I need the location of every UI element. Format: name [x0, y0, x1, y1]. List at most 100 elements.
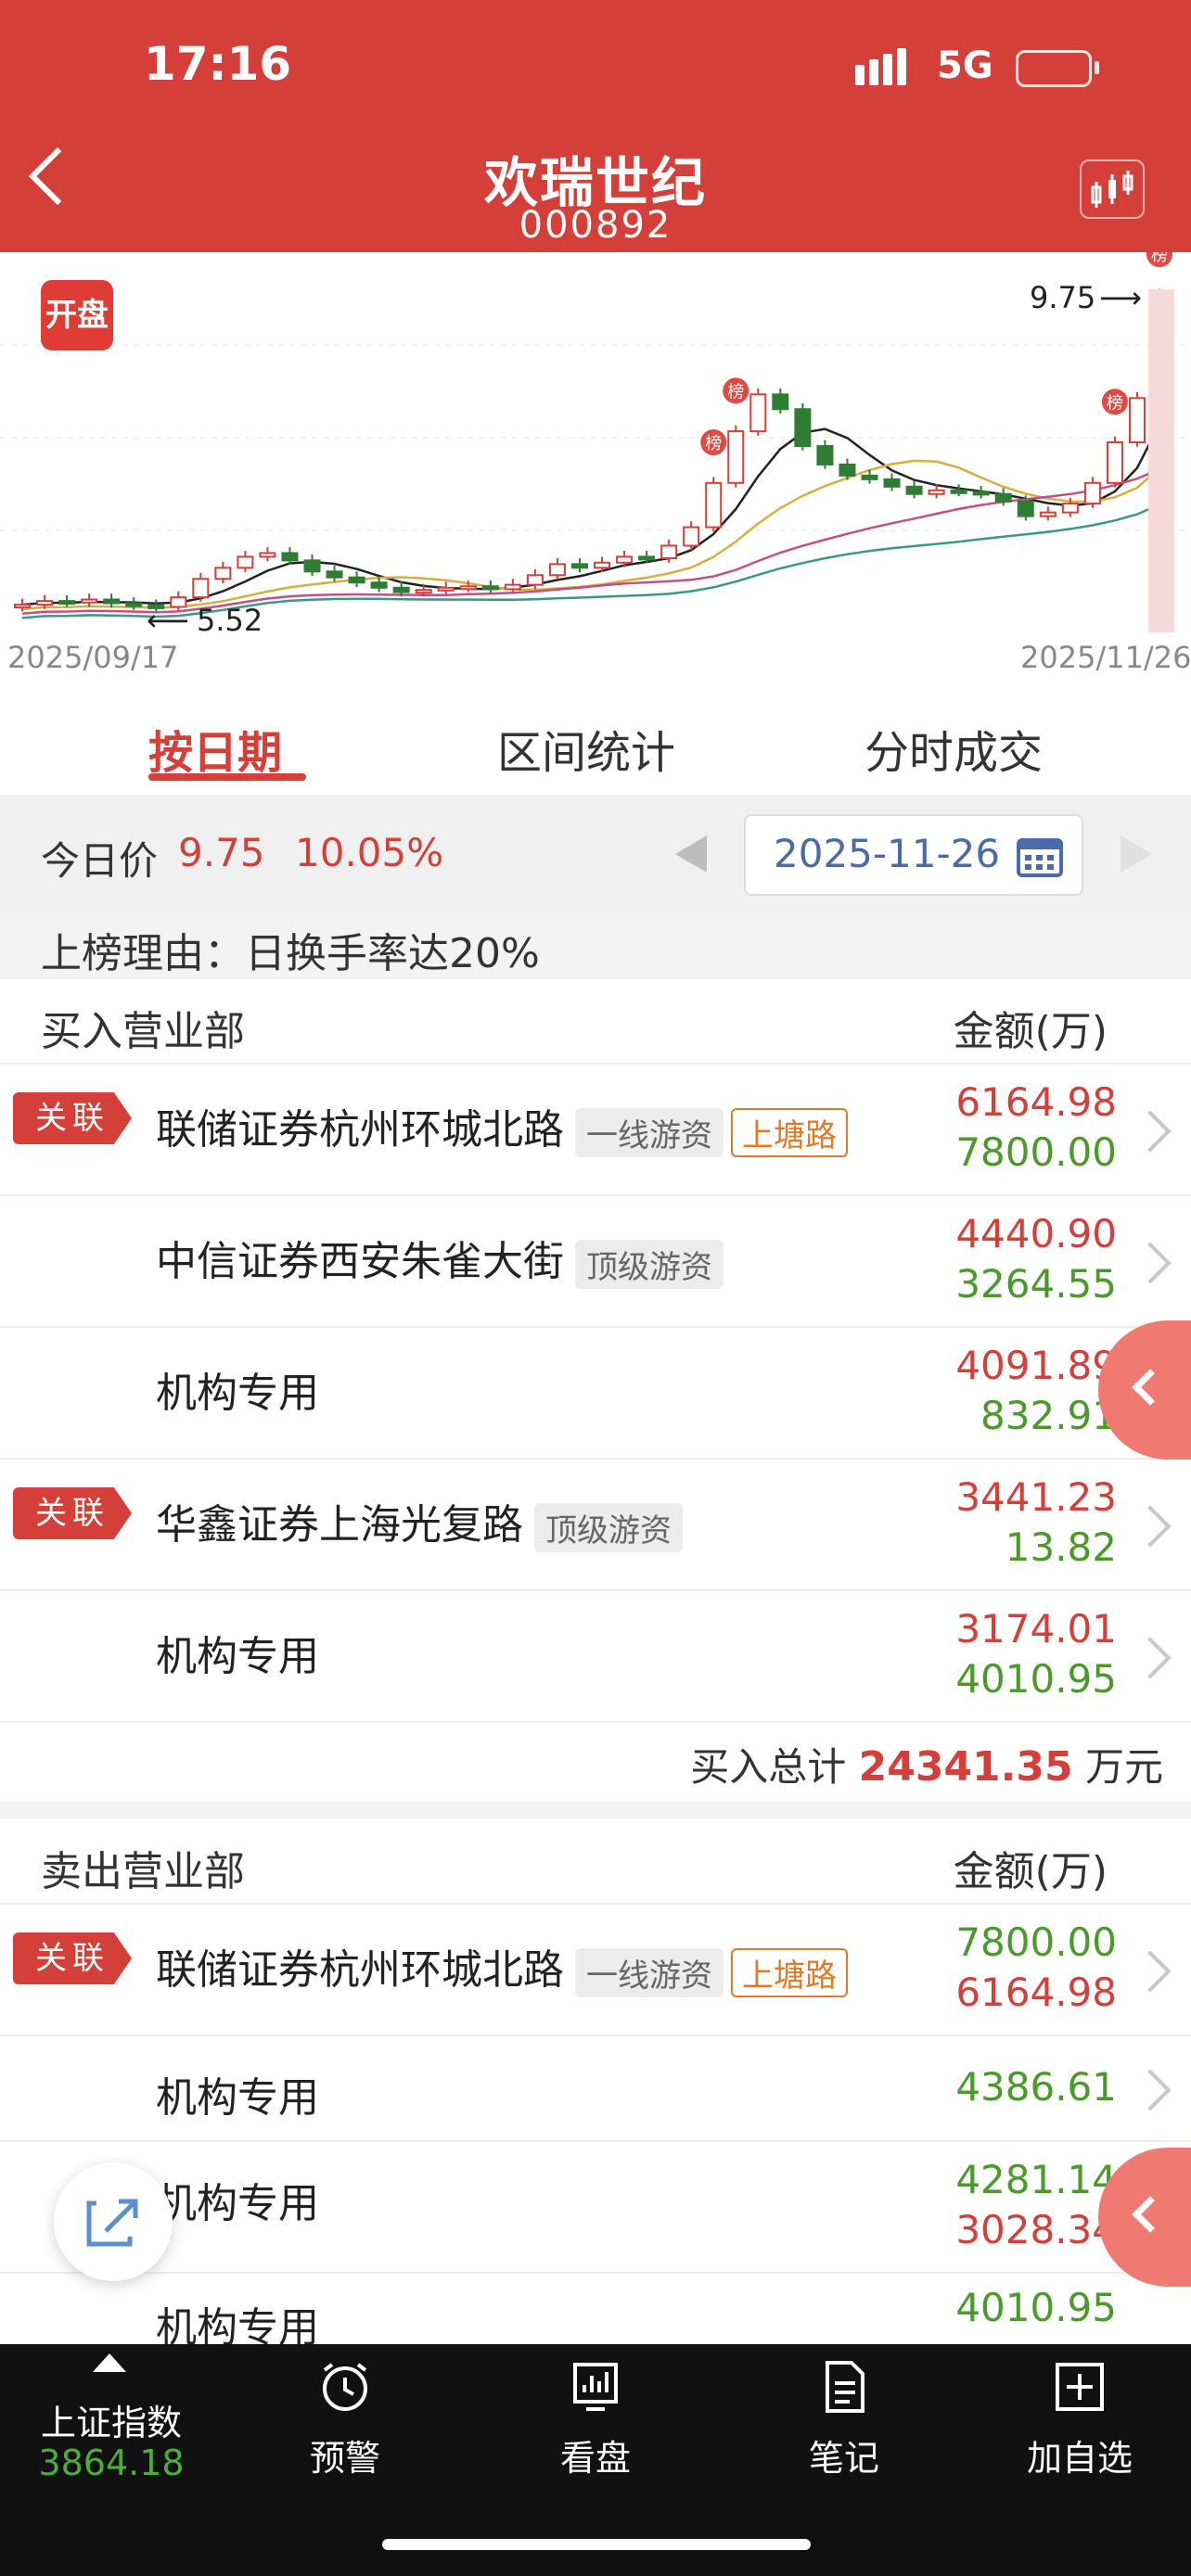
tab-range-stats[interactable]: 区间统计	[497, 716, 675, 781]
expand-up-icon[interactable]	[93, 2353, 126, 2372]
chevron-right-icon	[1129, 2069, 1172, 2111]
next-date-icon[interactable]	[1121, 835, 1152, 873]
chart-start-date: 2025/09/17	[7, 640, 178, 675]
candle-body	[749, 393, 767, 433]
ranking-flag: 榜	[723, 377, 749, 404]
app-header: 17:16 5G 欢瑞世纪 000892	[0, 0, 1191, 252]
buy-total-value: 24341.35	[858, 1743, 1073, 1791]
ranking-flag-label: 榜	[1151, 252, 1168, 265]
buy-header: 买入营业部 金额(万)	[0, 979, 1191, 1063]
candle-body	[594, 561, 611, 569]
candle-body	[392, 586, 410, 593]
tab-underline	[148, 773, 306, 781]
candle-body	[727, 430, 745, 484]
candle-body	[214, 567, 232, 580]
buy-row[interactable]: 关联 联储证券杭州环城北路 一线游资 上塘路 6164.98 7800.00	[0, 1063, 1191, 1196]
candle-body	[570, 563, 588, 569]
today-price: 9.75	[178, 830, 265, 875]
buy-amount-header: 金额(万)	[953, 1008, 1108, 1055]
low-label: 5.52	[197, 603, 263, 638]
ranking-flag: 榜	[1101, 389, 1128, 415]
today-label: 今日价	[41, 838, 159, 884]
chevron-right-icon	[1129, 1505, 1172, 1548]
nav-notes[interactable]: 笔记	[788, 2429, 900, 2480]
sell-amount: 7800.00	[955, 1919, 1117, 1965]
index-name[interactable]: 上证指数	[37, 2394, 186, 2445]
candle-body	[504, 583, 521, 591]
today-change: 10.05%	[295, 830, 444, 875]
candle-body	[638, 555, 656, 561]
candle-body	[616, 555, 634, 564]
buy-row[interactable]: 中信证券西安朱雀大街 顶级游资 4440.90 3264.55	[0, 1194, 1191, 1328]
candle-body	[348, 576, 365, 584]
monitor-chart-icon	[568, 2359, 623, 2415]
stock-code: 000892	[519, 204, 672, 247]
kline-svg: 9.75 ⟶ ⟵ 5.52 2025/09/17 2025/11/26 榜榜榜榜	[0, 241, 1191, 675]
sell-row[interactable]: 机构专用 4386.61	[0, 2034, 1191, 2142]
sell-amount: 13.82	[1005, 1524, 1117, 1570]
sell-amount: 4281.14	[955, 2157, 1117, 2202]
candle-body	[459, 585, 477, 591]
prev-date-icon[interactable]	[675, 835, 707, 873]
buy-total: 买入总计 24341.35 万元	[690, 1736, 1163, 1792]
buy-row[interactable]: 关联 华鑫证券上海光复路 顶级游资 3441.23 13.82	[0, 1458, 1191, 1591]
ranking-flag-label: 榜	[727, 382, 744, 402]
related-badge[interactable]: 关联	[13, 1092, 132, 1144]
candle-body	[705, 481, 723, 529]
buy-row[interactable]: 机构专用 4091.89 832.91	[0, 1326, 1191, 1460]
seat-name: 联储证券杭州环城北路	[156, 1106, 564, 1154]
battery-tip	[1095, 61, 1099, 74]
candle-body	[972, 491, 990, 496]
candle-body	[303, 559, 321, 573]
nav-alert[interactable]: 预警	[289, 2429, 401, 2480]
seat-tag-alias[interactable]: 上塘路	[731, 1947, 848, 1997]
candle-body	[481, 585, 499, 591]
home-indicator	[382, 2539, 811, 2550]
seat-name: 华鑫证券上海光复路	[156, 1501, 523, 1549]
candle-body	[125, 602, 143, 607]
buy-amount: 4440.90	[955, 1211, 1117, 1256]
nav-add-watchlist[interactable]: 加自选	[1015, 2429, 1145, 2480]
candle-body	[839, 463, 856, 477]
chevron-right-icon	[1129, 1110, 1172, 1153]
ranking-flag: 榜	[700, 429, 727, 456]
network-label: 5G	[937, 45, 993, 87]
candle-body	[192, 578, 210, 599]
candle-body	[994, 492, 1012, 503]
buy-row[interactable]: 机构专用 3174.01 4010.95	[0, 1589, 1191, 1723]
seat-name: 中信证券西安朱雀大街	[156, 1238, 564, 1285]
seat-name: 机构专用	[156, 2180, 319, 2227]
sell-row[interactable]: 关联 联储证券杭州环城北路 一线游资 上塘路 7800.00 6164.98	[0, 1903, 1191, 2036]
related-badge[interactable]: 关联	[13, 1932, 132, 1984]
sell-row[interactable]: 机构专用 4281.14 3028.34	[0, 2140, 1191, 2274]
buy-amount: 6164.98	[955, 1079, 1117, 1125]
seat-tag: 顶级游资	[575, 1239, 724, 1289]
sell-amount: 4010.95	[955, 1656, 1117, 1702]
open-badge[interactable]: 开盘	[41, 280, 113, 351]
signal-icon	[855, 48, 911, 85]
buy-amount: 3028.34	[955, 2207, 1117, 2252]
note-icon	[816, 2359, 872, 2415]
tab-tick-trades[interactable]: 分时成交	[864, 716, 1043, 781]
kline-icon[interactable]	[1080, 159, 1145, 219]
tab-by-date[interactable]: 按日期	[148, 716, 282, 781]
related-badge[interactable]: 关联	[13, 1487, 132, 1539]
candle-body	[1128, 397, 1146, 444]
candle-body	[1017, 500, 1034, 517]
seat-name: 机构专用	[156, 1633, 319, 1680]
candle-body	[1039, 511, 1057, 517]
seat-tag-alias[interactable]: 上塘路	[731, 1107, 848, 1157]
candle-body	[14, 604, 31, 609]
kline-chart[interactable]: 9.75 ⟶ ⟵ 5.52 2025/09/17 2025/11/26 榜榜榜榜	[0, 241, 1191, 679]
sell-row[interactable]: 机构专用 4010.95	[0, 2272, 1191, 2352]
buy-total-row: 买入总计 24341.35 万元	[0, 1721, 1191, 1801]
candle-body	[58, 600, 76, 606]
nav-watch[interactable]: 看盘	[540, 2429, 651, 2480]
candle-body	[281, 552, 299, 562]
date-picker[interactable]: 2025-11-26	[744, 814, 1083, 896]
candle-body	[548, 563, 566, 577]
edit-note-button[interactable]	[54, 2162, 173, 2281]
candle-body	[81, 598, 98, 604]
battery-icon	[1016, 50, 1092, 87]
candle-body	[883, 478, 901, 488]
